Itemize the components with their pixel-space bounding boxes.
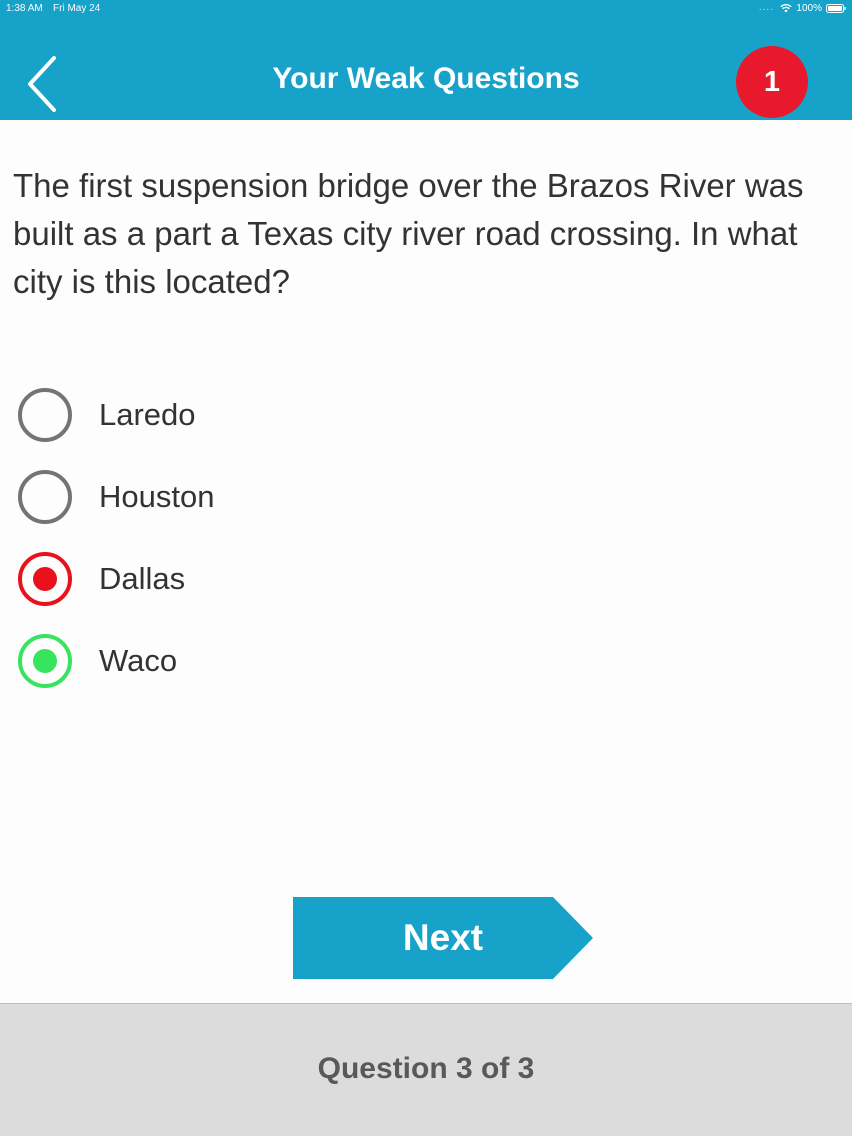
status-date: Fri May 24 (53, 3, 101, 14)
radio-selected-dot (33, 649, 57, 673)
next-button-label: Next (402, 917, 484, 958)
radio-button-correct[interactable] (18, 634, 72, 688)
signal-dots: .... (758, 2, 774, 13)
footer-bar: Question 3 of 3 (0, 1003, 852, 1136)
status-time: 1:38 AM (6, 3, 43, 14)
quiz-screen: 1:38 AM Fri May 24 .... 100% Your Weak Q… (0, 0, 852, 1136)
answer-label: Dallas (99, 561, 186, 596)
page-title: Your Weak Questions (272, 62, 580, 95)
answer-option-waco[interactable]: Waco (18, 634, 518, 716)
radio-button[interactable] (18, 388, 72, 442)
answer-list: Laredo Houston Dallas Waco (18, 388, 518, 716)
answer-label: Laredo (99, 397, 196, 432)
answer-label: Houston (99, 479, 215, 514)
wifi-icon (780, 3, 792, 13)
question-progress: Question 3 of 3 (317, 1052, 535, 1085)
next-button[interactable]: Next (293, 897, 593, 979)
header-bar: 1:38 AM Fri May 24 .... 100% Your Weak Q… (0, 0, 852, 120)
answer-option-houston[interactable]: Houston (18, 470, 518, 552)
radio-button-wrong[interactable] (18, 552, 72, 606)
answer-label: Waco (99, 643, 178, 678)
answer-option-dallas[interactable]: Dallas (18, 552, 518, 634)
radio-selected-dot (33, 567, 57, 591)
weak-count-badge: 1 (736, 46, 808, 118)
answer-option-laredo[interactable]: Laredo (18, 388, 518, 470)
radio-button[interactable] (18, 470, 72, 524)
battery-percent: 100% (796, 3, 822, 14)
question-text: The first suspension bridge over the Bra… (13, 167, 804, 300)
status-bar: 1:38 AM Fri May 24 .... 100% (0, 0, 852, 18)
battery-icon (826, 4, 846, 13)
